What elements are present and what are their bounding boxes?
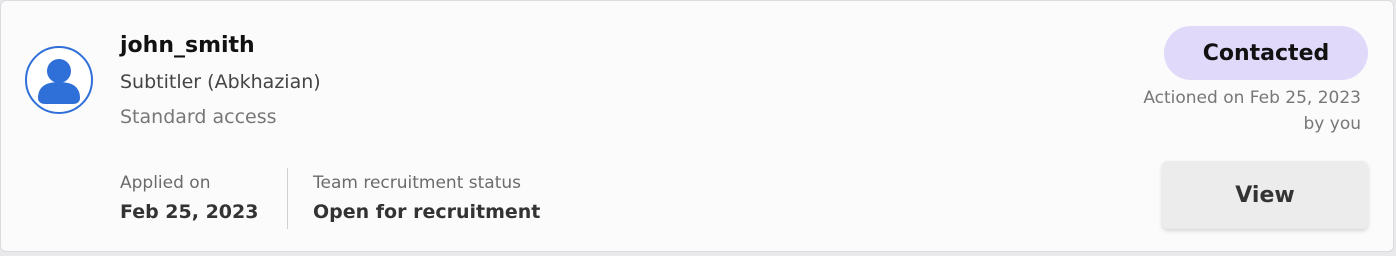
view-button[interactable]: View	[1162, 161, 1368, 229]
access-level: Standard access	[120, 106, 277, 128]
meta-divider	[287, 168, 288, 229]
user-avatar-icon	[25, 46, 93, 114]
actioned-date: Actioned on Feb 25, 2023	[1143, 88, 1361, 108]
actioned-by: by you	[1303, 114, 1362, 134]
applicant-card: john_smith Subtitler (Abkhazian) Standar…	[0, 0, 1394, 252]
recruitment-status-value: Open for recruitment	[313, 201, 541, 223]
applied-on-value: Feb 25, 2023	[120, 201, 259, 223]
recruitment-status-label: Team recruitment status	[313, 173, 522, 193]
applicant-role: Subtitler (Abkhazian)	[120, 71, 321, 93]
status-badge: Contacted	[1164, 26, 1368, 80]
applicant-username: john_smith	[120, 33, 255, 58]
applied-on-label: Applied on	[120, 173, 211, 193]
actioned-info: Actioned on Feb 25, 2023 by you	[1143, 85, 1361, 137]
